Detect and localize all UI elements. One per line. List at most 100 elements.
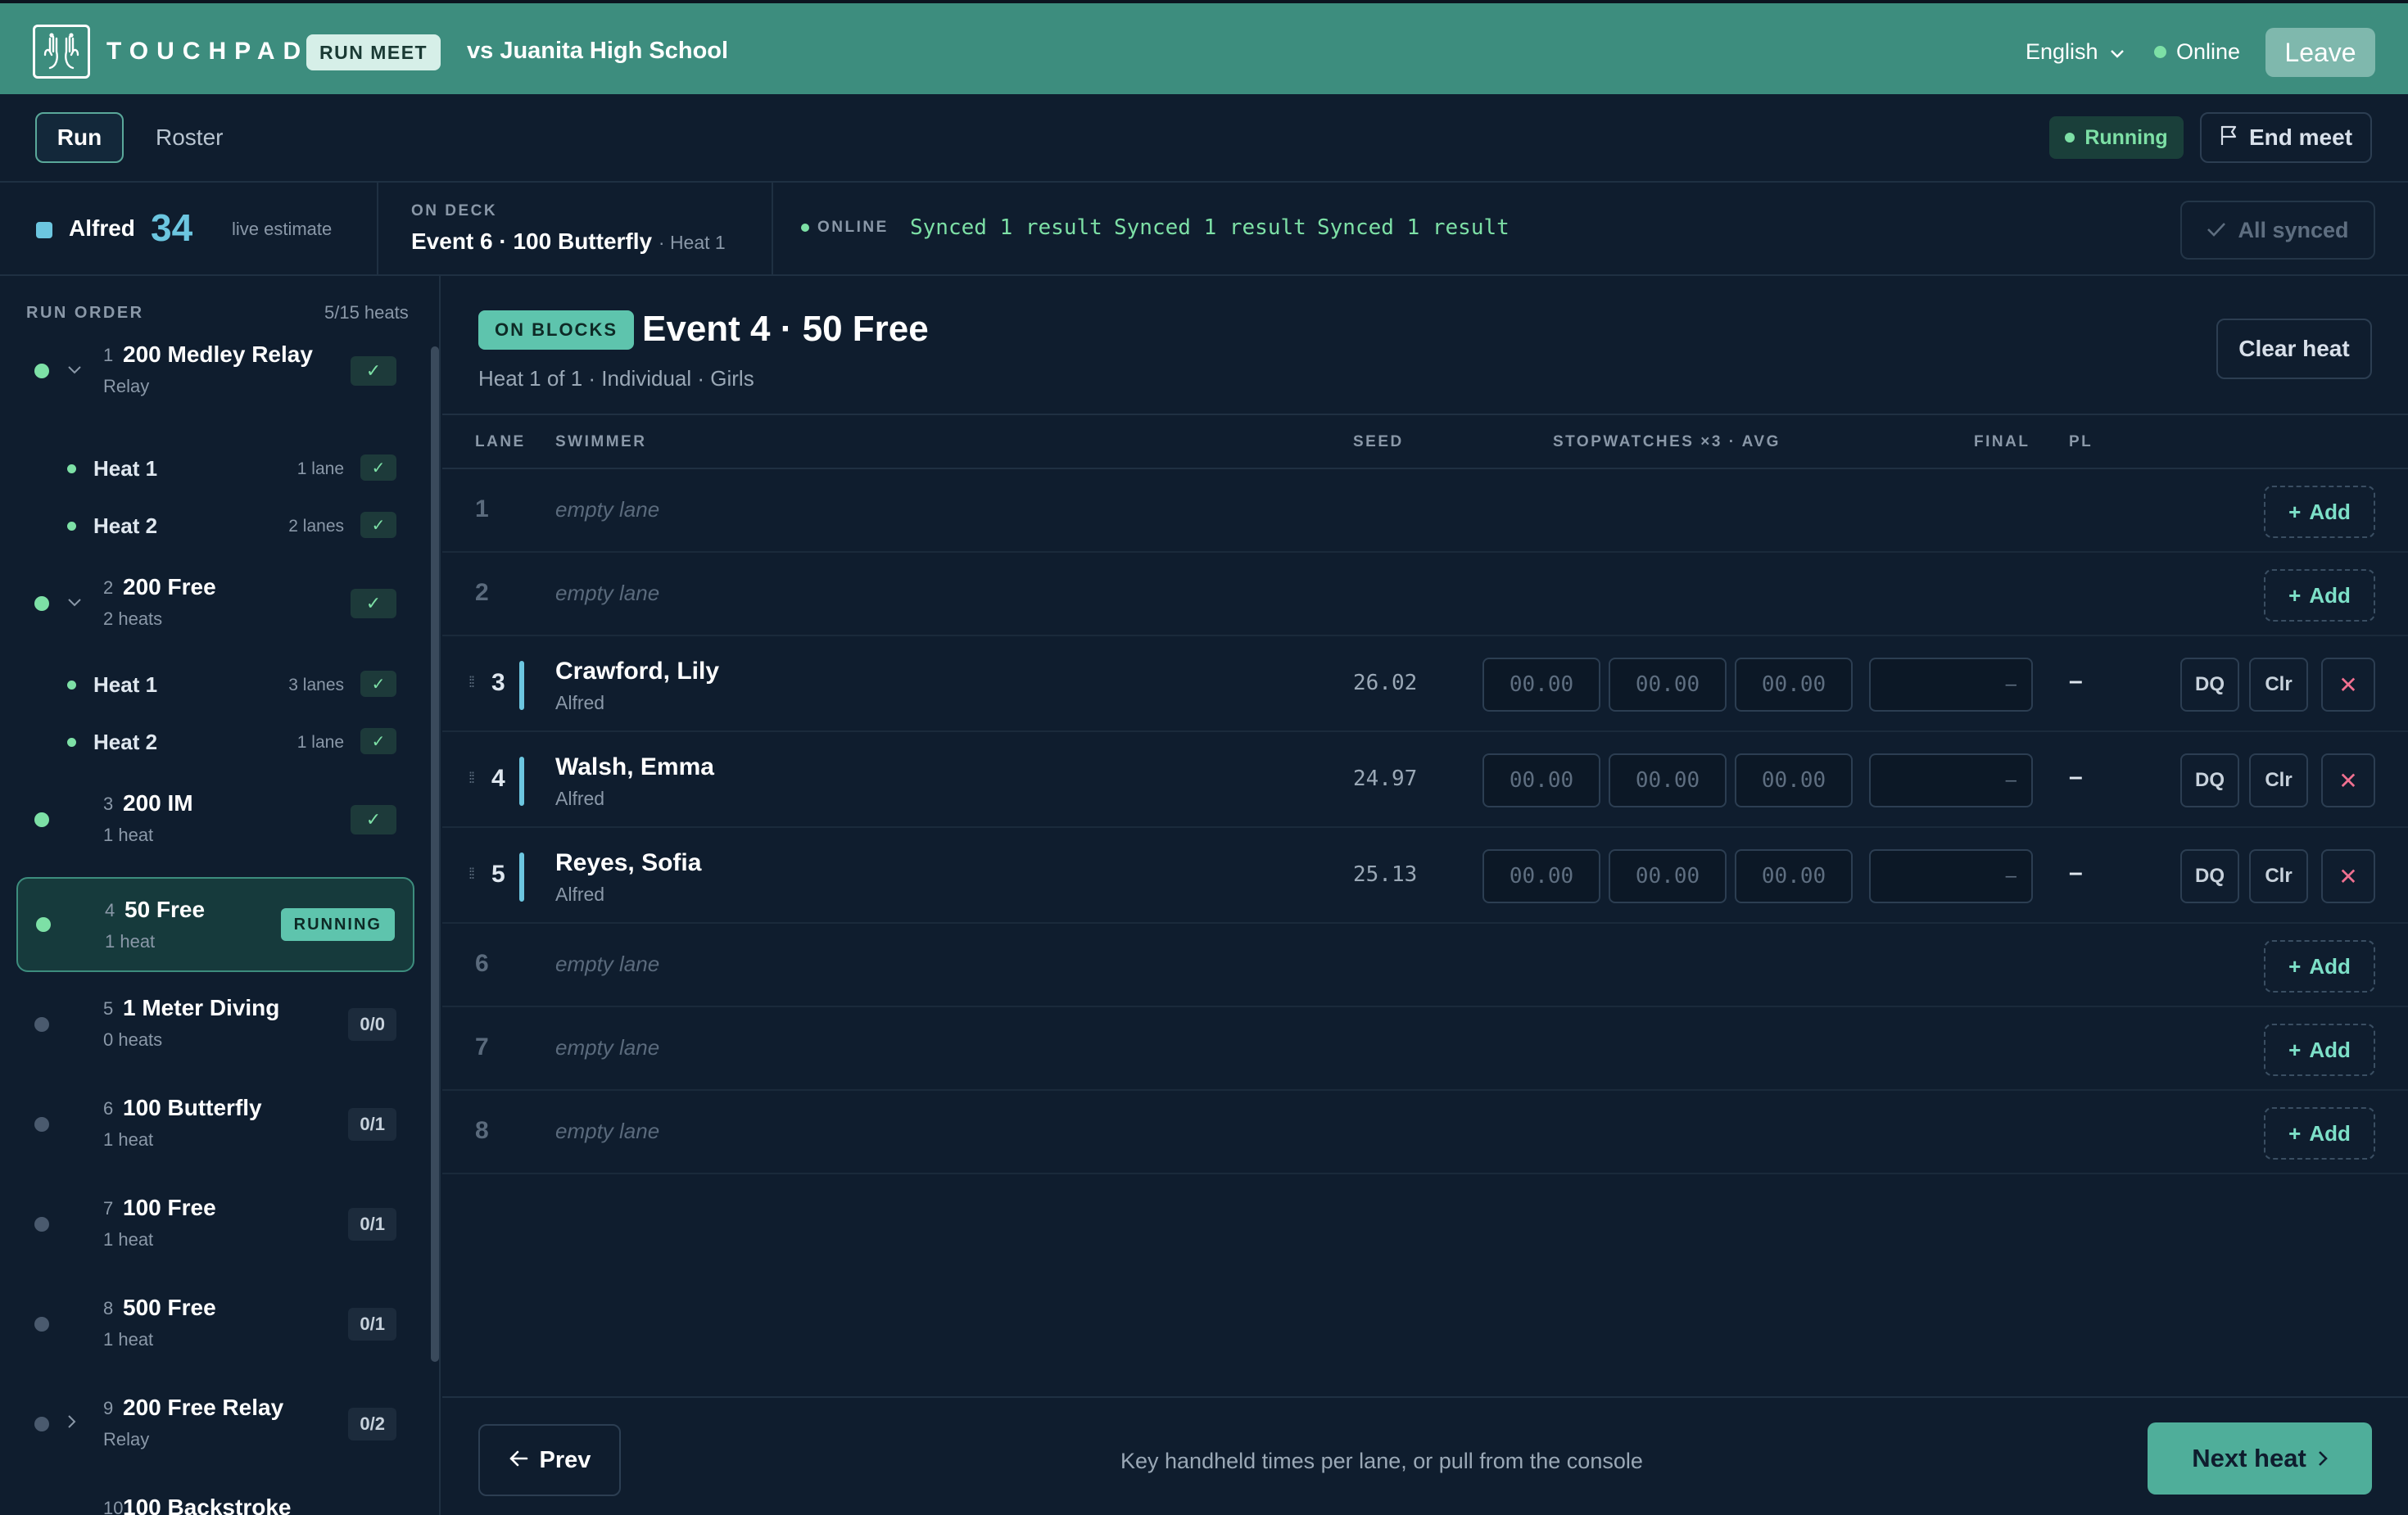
stopwatch-input-2[interactable]: 00.00	[1609, 658, 1727, 712]
stopwatch-input-2[interactable]: 00.00	[1609, 753, 1727, 807]
stopwatch-input-3[interactable]: 00.00	[1735, 849, 1853, 903]
add-label: Add	[2309, 1037, 2351, 1062]
table-row: 7 empty lane + Add	[442, 1007, 2408, 1091]
col-place: PL	[2069, 433, 2093, 450]
chevron-down-icon[interactable]	[67, 594, 82, 613]
event-name: 200 IM	[123, 790, 193, 816]
sidebar-event-5[interactable]: 5 1 Meter Diving 0 heats 0/0	[16, 977, 414, 1072]
heat-name: Heat 2	[93, 730, 158, 754]
event-name: 500 Free	[123, 1295, 216, 1320]
sidebar-event-4[interactable]: 4 50 Free 1 heat RUNNING	[16, 877, 414, 972]
sidebar-heat-row[interactable]: Heat 2 2 lanes ✓	[16, 497, 414, 554]
sidebar-heat-row[interactable]: Heat 1 3 lanes ✓	[16, 656, 414, 713]
divider	[377, 183, 378, 276]
sidebar-event-6[interactable]: 6 100 Butterfly 1 heat 0/1	[16, 1077, 414, 1172]
status-dot-icon	[34, 596, 49, 611]
drag-handle-icon[interactable]: ⁞⁞	[468, 866, 475, 883]
table-row: ⁞⁞ 3 Crawford, Lily Alfred 26.02 00.00 0…	[442, 636, 2408, 732]
drag-handle-icon[interactable]: ⁞⁞	[468, 770, 475, 787]
stopwatch-input-1[interactable]: 00.00	[1482, 753, 1600, 807]
final-time-input[interactable]: –	[1869, 849, 2033, 903]
dq-button[interactable]: DQ	[2180, 849, 2239, 903]
event-name: 100 Free	[123, 1195, 216, 1220]
clear-lane-button[interactable]: Clr	[2249, 849, 2308, 903]
chevron-down-icon[interactable]	[67, 361, 82, 380]
dq-button[interactable]: DQ	[2180, 753, 2239, 807]
sidebar-event-8[interactable]: 8 500 Free 1 heat 0/1	[16, 1277, 414, 1372]
stopwatch-input-2[interactable]: 00.00	[1609, 849, 1727, 903]
next-heat-button[interactable]: Next heat	[2148, 1422, 2372, 1495]
remove-swimmer-button[interactable]: ✕	[2321, 849, 2375, 903]
sidebar-event-10[interactable]: 10 100 Backstroke	[16, 1477, 414, 1515]
live-estimate-label: live estimate	[232, 219, 333, 239]
status-dot-icon	[34, 1117, 49, 1132]
plus-icon: +	[2288, 499, 2302, 524]
chevron-right-icon[interactable]	[67, 1414, 77, 1434]
leave-button[interactable]: Leave	[2265, 28, 2375, 77]
prev-heat-button[interactable]: Prev	[478, 1424, 621, 1496]
add-label: Add	[2309, 953, 2351, 979]
heat-subtitle: Heat 1 of 1 · Individual · Girls	[478, 366, 754, 391]
event-number: 3	[103, 794, 114, 814]
plus-icon: +	[2288, 953, 2302, 979]
stopwatch-input-1[interactable]: 00.00	[1482, 658, 1600, 712]
empty-lane-label: empty lane	[555, 497, 660, 522]
divider	[772, 183, 773, 276]
language-select[interactable]: English	[2026, 39, 2125, 65]
end-meet-button[interactable]: End meet	[2200, 112, 2372, 163]
add-swimmer-button[interactable]: + Add	[2264, 486, 2375, 538]
clear-lane-button[interactable]: Clr	[2249, 753, 2308, 807]
add-swimmer-button[interactable]: + Add	[2264, 940, 2375, 993]
table-row: 1 empty lane + Add	[442, 469, 2408, 553]
lane-number: 5	[491, 861, 505, 888]
lane-number: 4	[491, 765, 505, 792]
tab-roster[interactable]: Roster	[156, 112, 223, 163]
seed-time: 24.97	[1353, 767, 1418, 791]
sidebar-event-9[interactable]: 9 200 Free Relay Relay 0/2	[16, 1377, 414, 1472]
sidebar-heat-row[interactable]: Heat 2 1 lane ✓	[16, 713, 414, 771]
remove-swimmer-button[interactable]: ✕	[2321, 753, 2375, 807]
col-lane: LANE	[475, 433, 526, 450]
event-number: 4	[105, 900, 115, 920]
event-sub: 0 heats	[103, 1029, 163, 1050]
swimmer-name: Crawford, Lily	[555, 658, 720, 685]
stopwatch-input-1[interactable]: 00.00	[1482, 849, 1600, 903]
stopwatch-input-3[interactable]: 00.00	[1735, 658, 1853, 712]
sidebar-event-2[interactable]: 2 200 Free 2 heats ✓	[16, 556, 414, 651]
stopwatch-input-3[interactable]: 00.00	[1735, 753, 1853, 807]
sync-message: Synced 1 result	[910, 215, 1102, 240]
add-swimmer-button[interactable]: + Add	[2264, 1024, 2375, 1076]
dq-button[interactable]: DQ	[2180, 658, 2239, 712]
lanes-table-header: LANE SWIMMER SEED STOPWATCHES ×3 · AVG F…	[442, 414, 2408, 469]
place-value: –	[2069, 763, 2083, 790]
final-time-input[interactable]: –	[1869, 658, 2033, 712]
prev-label: Prev	[539, 1446, 591, 1473]
add-swimmer-button[interactable]: + Add	[2264, 1107, 2375, 1160]
clear-lane-button[interactable]: Clr	[2249, 658, 2308, 712]
sidebar-scrollbar[interactable]	[431, 346, 439, 1362]
all-synced-label: All synced	[2238, 217, 2349, 242]
lane-number: 8	[475, 1117, 489, 1144]
add-swimmer-button[interactable]: + Add	[2264, 569, 2375, 622]
table-row: 2 empty lane + Add	[442, 553, 2408, 636]
sidebar-event-3[interactable]: 3 200 IM 1 heat ✓	[16, 772, 414, 867]
sidebar-event-1[interactable]: 1 200 Medley Relay Relay ✓	[16, 323, 414, 418]
empty-lane-label: empty lane	[555, 1119, 660, 1143]
status-dot-icon	[67, 464, 76, 473]
event-name: 200 Medley Relay	[123, 341, 313, 367]
final-time-input[interactable]: –	[1869, 753, 2033, 807]
clear-heat-button[interactable]: Clear heat	[2216, 319, 2372, 379]
drag-handle-icon[interactable]: ⁞⁞	[468, 674, 475, 691]
plus-icon: +	[2288, 1120, 2302, 1146]
event-number: 5	[103, 998, 114, 1019]
tab-run[interactable]: Run	[35, 112, 124, 163]
sidebar-heat-row[interactable]: Heat 1 1 lane ✓	[16, 440, 414, 497]
empty-lane-label: empty lane	[555, 581, 660, 605]
all-synced-button[interactable]: All synced	[2180, 201, 2375, 260]
remove-swimmer-button[interactable]: ✕	[2321, 658, 2375, 712]
meet-status-pill: Running	[2049, 116, 2184, 159]
event-name: 100 Backstroke	[123, 1495, 292, 1515]
running-dot-icon	[2065, 133, 2075, 142]
event-sub: 1 heat	[103, 825, 154, 845]
sidebar-event-7[interactable]: 7 100 Free 1 heat 0/1	[16, 1177, 414, 1272]
